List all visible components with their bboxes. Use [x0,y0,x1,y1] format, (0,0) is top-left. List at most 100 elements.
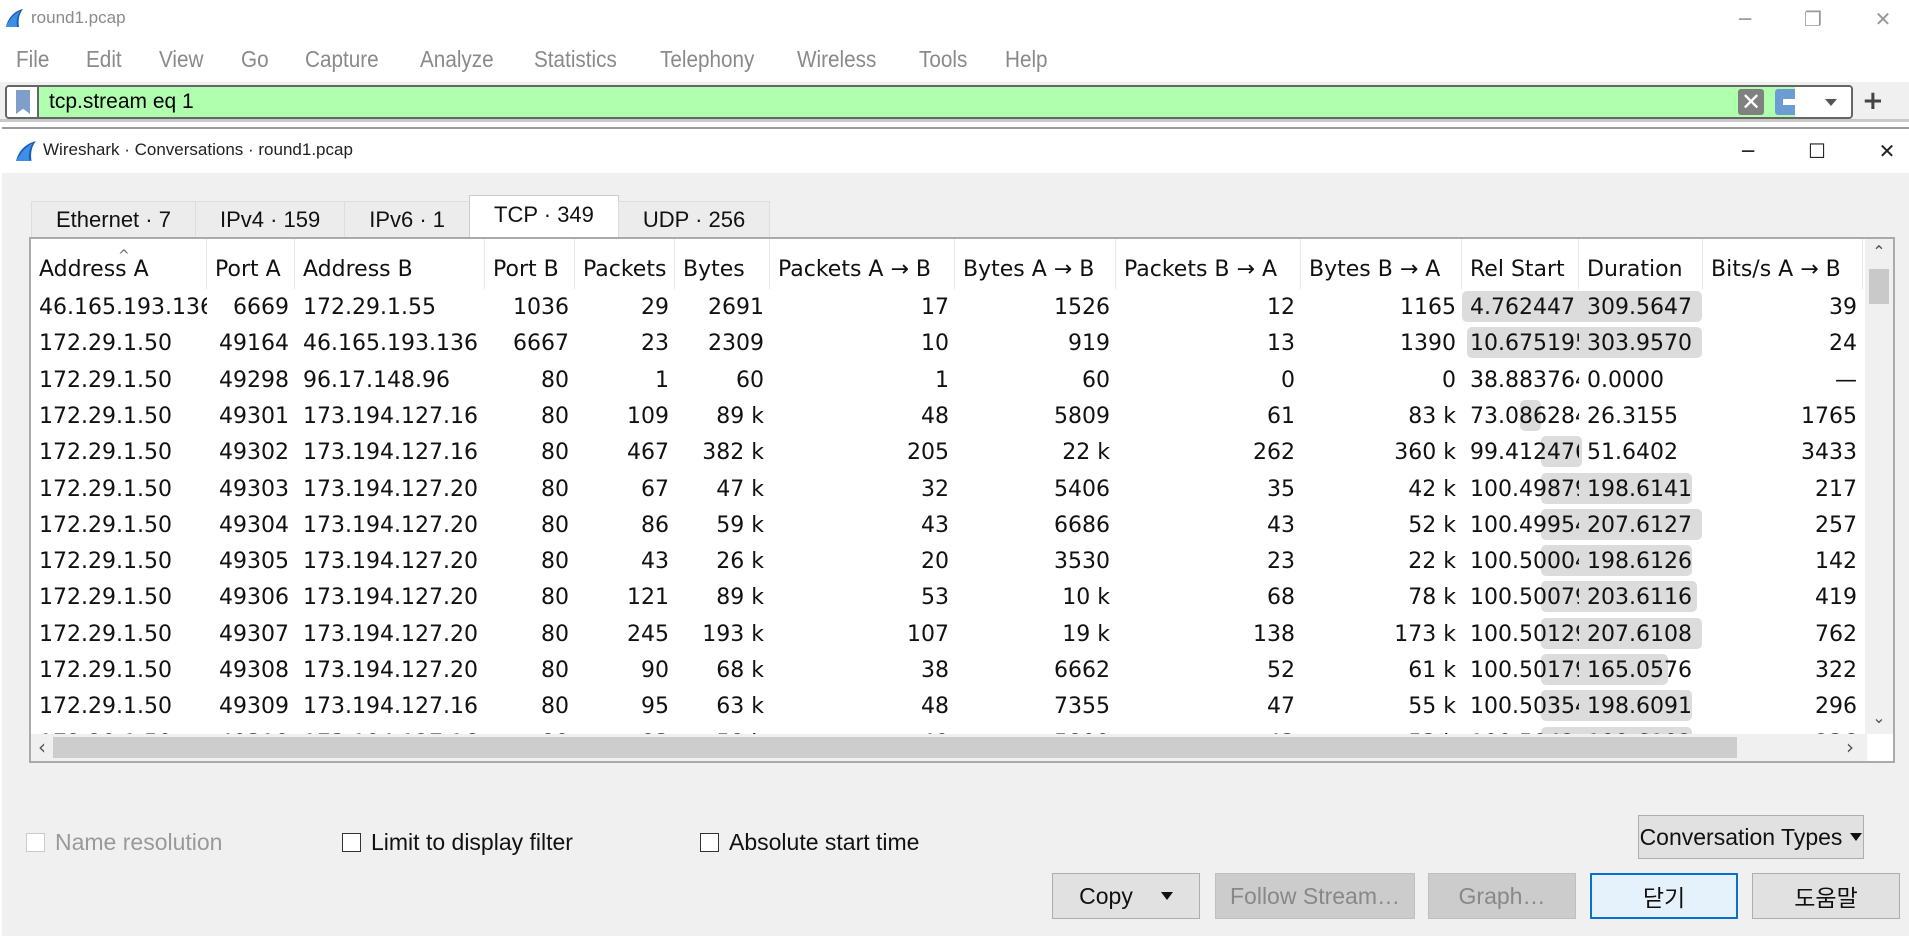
cell-bytes-a-to-b: 19 k [1062,621,1110,647]
absolute-start-time-checkbox[interactable]: Absolute start time [700,829,919,856]
filter-history-dropdown[interactable] [1795,87,1851,117]
vertical-scroll-thumb[interactable] [1869,269,1889,304]
display-filter-input[interactable] [49,88,1729,116]
filter-bookmark-button[interactable] [7,87,39,117]
column-header-address-a[interactable]: ^ Address A [31,239,207,289]
vertical-scrollbar[interactable]: ⌃ ⌄ [1865,239,1893,734]
menu-edit[interactable]: Edit [86,46,122,73]
graph-button[interactable]: Graph… [1428,873,1576,919]
restore-button[interactable]: ❐ [1778,0,1848,38]
maximize-icon: ☐ [1808,139,1826,163]
column-header-bytes-a-to-b[interactable]: Bytes A → B [955,239,1116,289]
menu-telephony[interactable]: Telephony [660,46,754,73]
tab-udp[interactable]: UDP · 256 [617,201,771,237]
cell-bytes: 60 [736,367,764,393]
cell-packets-b-to-a: 47 [1267,694,1295,720]
cell-duration: 199.6102 [1579,725,1703,734]
cell-bits-per-sec-a-to-b: 1765 [1801,403,1857,429]
dialog-maximize-button[interactable]: ☐ [1792,133,1842,169]
table-row[interactable]: 172.29.1.50 49305 173.194.127.20 80 43 26 k 20… [31,543,1867,579]
menu-view[interactable]: View [159,46,203,73]
column-header-address-b[interactable]: Address B [295,239,485,289]
table-row[interactable]: 172.29.1.50 49302 173.194.127.16 80 467 382 k… [31,434,1867,470]
limit-to-display-filter-checkbox[interactable]: Limit to display filter [342,829,573,856]
menu-wireless[interactable]: Wireless [797,46,876,73]
column-header-port-b[interactable]: Port B [485,239,575,289]
cell-port-a: 49310 [207,725,295,734]
column-header-packets[interactable]: Packets [575,239,675,289]
table-row[interactable]: 46.165.193.136 6669 172.29.1.55 1036 29 2691 1… [31,289,1867,325]
table-row[interactable]: 172.29.1.5049310173.194.127.16808358 k40… [31,725,1867,734]
cell-address-b: 173.194.127.20 [303,658,478,683]
menu-capture[interactable]: Capture [305,46,379,73]
cell-port-b: 80 [541,403,569,429]
column-header-port-a[interactable]: Port A [207,239,295,289]
follow-stream-button[interactable]: Follow Stream… [1215,873,1415,919]
menu-statistics[interactable]: Statistics [534,46,617,73]
cell-packets: 43 [641,549,669,575]
dialog-close-button[interactable]: ✕ [1862,133,1909,169]
tab-ipv4[interactable]: IPv4 · 159 [194,201,346,237]
cell-bytes-a-to-b: 919 [1068,331,1110,357]
cell-address-a: 172.29.1.50 [39,331,172,357]
table-row[interactable]: 172.29.1.50 49301 173.194.127.16 80 109 89 k 4… [31,398,1867,434]
cell-port-b: 80 [485,725,575,734]
help-button[interactable]: 도움말 [1752,873,1900,919]
cell-packets-b-to-a: 61 [1267,403,1295,429]
table-row[interactable]: 172.29.1.50 49308 173.194.127.20 80 90 68 k 38… [31,652,1867,688]
cell-bytes-b-to-a: 173 k [1394,621,1456,647]
clear-filter-button[interactable]: ✕ [1738,89,1764,115]
menu-analyze[interactable]: Analyze [420,46,494,73]
column-header-rel-start[interactable]: Rel Start [1462,239,1579,289]
scroll-down-icon[interactable]: ⌄ [1865,705,1893,731]
copy-button[interactable]: Copy [1052,873,1200,919]
cell-packets-a-to-b: 107 [907,621,949,647]
table-row[interactable]: 172.29.1.50 49303 173.194.127.20 80 67 47 k 32… [31,471,1867,507]
table-row[interactable]: 172.29.1.50 49306 173.194.127.20 80 121 89 k 5… [31,579,1867,615]
cell-packets-b-to-a: 262 [1253,440,1295,466]
horizontal-scrollbar[interactable]: ‹ › [31,734,1867,761]
table-row[interactable]: 172.29.1.50 49309 173.194.127.16 80 95 63 k 48… [31,688,1867,724]
cell-bits-per-sec-a-to-b: 257 [1815,512,1857,538]
horizontal-scroll-thumb[interactable] [53,737,1737,758]
name-resolution-checkbox[interactable]: Name resolution [26,829,222,856]
dialog-minimize-button[interactable]: ─ [1723,133,1773,169]
cell-bytes: 63 k [716,694,764,720]
scroll-right-icon[interactable]: › [1839,734,1861,761]
conversations-dialog: Wireshark · Conversations · round1.pcap … [2,127,1909,936]
cell-packets: 245 [627,621,669,647]
cell-bits-per-sec-a-to-b: 419 [1815,585,1857,611]
tab-tcp[interactable]: TCP · 349 [469,195,619,237]
column-header-bits-per-sec-a-to-b[interactable]: Bits/s A → B [1703,239,1863,289]
cell-rel-start: 100.503542 [1470,694,1579,720]
cell-port-b: 1036 [513,295,569,320]
minimize-button[interactable]: ─ [1710,0,1780,38]
options-row: Name resolution Limit to display filter … [2,823,1909,863]
table-row[interactable]: 172.29.1.50 49164 46.165.193.136 6667 23 2309… [31,325,1867,361]
column-header-packets-a-to-b[interactable]: Packets A → B [770,239,955,289]
close-window-button[interactable]: ✕ [1848,0,1909,38]
scroll-up-icon[interactable]: ⌃ [1865,239,1893,265]
table-row[interactable]: 172.29.1.50 49304 173.194.127.20 80 86 59 k 43… [31,507,1867,543]
cell-address-b: 46.165.193.136 [303,331,478,357]
table-row[interactable]: 172.29.1.50 49298 96.17.148.96 80 1 60 1 60 0 0 38… [31,362,1867,398]
cell-packets-a-to-b: 10 [921,331,949,357]
column-header-bytes[interactable]: Bytes [675,239,770,289]
add-filter-button[interactable]: + [1862,86,1884,116]
close-dialog-button[interactable]: 닫기 [1590,873,1738,919]
column-header-bytes-b-to-a[interactable]: Bytes B → A [1301,239,1462,289]
conversation-types-button[interactable]: Conversation Types [1638,815,1864,859]
menu-help[interactable]: Help [1005,46,1048,73]
column-header-duration[interactable]: Duration [1579,239,1703,289]
tab-ipv6[interactable]: IPv6 · 1 [344,201,471,237]
table-row[interactable]: 172.29.1.50 49307 173.194.127.20 80 245 193 k… [31,616,1867,652]
menu-file[interactable]: File [16,46,49,73]
scroll-left-icon[interactable]: ‹ [31,734,53,761]
column-header-packets-b-to-a[interactable]: Packets B → A [1116,239,1301,289]
tab-ethernet[interactable]: Ethernet · 7 [31,201,196,237]
cell-port-a: 49306 [219,585,289,611]
cell-port-a: 6669 [233,295,289,320]
menu-go[interactable]: Go [241,46,269,73]
menu-tools[interactable]: Tools [919,46,967,73]
cell-bytes-b-to-a: 52 k [1408,512,1456,538]
